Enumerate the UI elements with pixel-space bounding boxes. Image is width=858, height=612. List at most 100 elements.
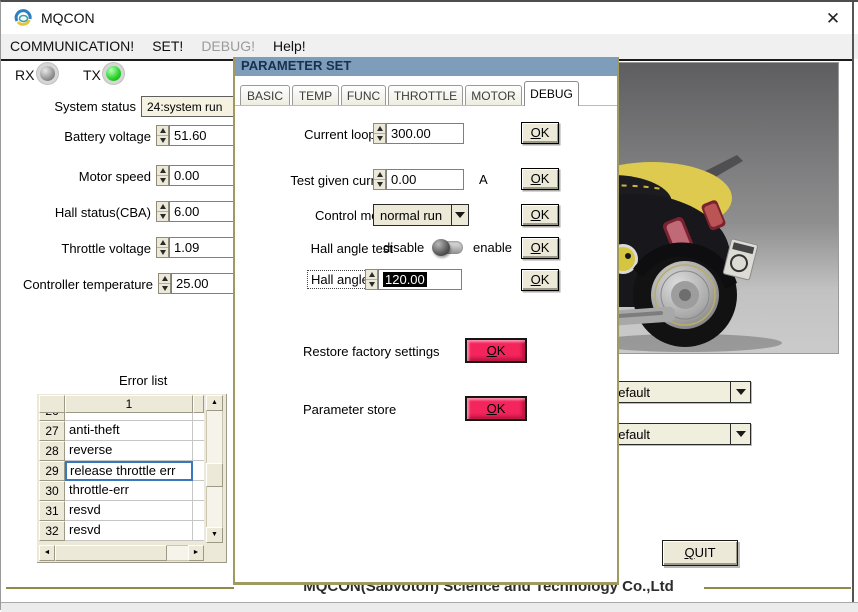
tab-temp[interactable]: TEMP: [292, 85, 339, 106]
restore-factory-label: Restore factory settings: [303, 344, 440, 359]
spin-up-icon[interactable]: [159, 204, 166, 209]
spin-up-icon[interactable]: [159, 240, 166, 245]
motor-speed-stepper[interactable]: [156, 165, 169, 186]
tab-motor[interactable]: MOTOR: [465, 85, 522, 106]
table-corner-cell[interactable]: [39, 395, 65, 413]
preset-dropdown-bottom[interactable]: default: [605, 423, 751, 445]
spin-down-icon[interactable]: [159, 250, 166, 255]
parameter-store-label: Parameter store: [303, 402, 397, 417]
parameter-set-dialog: PARAMETER SET BASIC TEMP FUNC THROTTLE M…: [233, 57, 619, 585]
row-text[interactable]: release throttle err: [65, 461, 193, 481]
row-text[interactable]: throttle-err: [65, 481, 193, 501]
table-row[interactable]: 31 resvd: [39, 501, 204, 521]
table-row-selected[interactable]: 29 release throttle err: [39, 461, 204, 481]
test-given-current-stepper[interactable]: [373, 169, 386, 190]
table-row[interactable]: 30 throttle-err: [39, 481, 204, 501]
hall-angle-field[interactable]: 120.00: [378, 269, 462, 290]
table-column-header[interactable]: 1: [65, 395, 193, 413]
scroll-right-icon[interactable]: ►: [188, 545, 204, 561]
spin-down-icon[interactable]: [159, 214, 166, 219]
ok-button-label: OK: [486, 401, 506, 416]
spin-down-icon[interactable]: [161, 286, 168, 291]
row-number[interactable]: 32: [39, 521, 65, 541]
hall-angle-ok-button[interactable]: OK: [521, 269, 559, 291]
horizontal-scrollbar-thumb[interactable]: [55, 545, 167, 561]
throttle-voltage-stepper[interactable]: [156, 237, 169, 258]
row-text[interactable]: anti-theft: [65, 421, 193, 441]
spin-up-icon[interactable]: [161, 276, 168, 281]
tab-throttle[interactable]: THROTTLE: [388, 85, 463, 106]
spin-up-icon[interactable]: [376, 172, 383, 177]
scroll-left-icon[interactable]: ◄: [39, 545, 55, 561]
row-number[interactable]: 29: [39, 461, 65, 481]
table-row[interactable]: 28 reverse: [39, 441, 204, 461]
preset-dropdown-top[interactable]: default: [605, 381, 751, 403]
tab-basic[interactable]: BASIC: [240, 85, 290, 106]
spin-up-icon[interactable]: [159, 128, 166, 133]
table-row[interactable]: 26: [39, 413, 204, 421]
hall-angle-stepper[interactable]: [365, 269, 378, 290]
close-icon[interactable]: ✕: [819, 7, 847, 31]
row-text[interactable]: [65, 413, 193, 421]
vertical-scrollbar-thumb[interactable]: [206, 463, 223, 487]
footer-rule-right: [704, 587, 851, 589]
ok-button-label: OK: [530, 240, 550, 255]
menu-bar: COMMUNICATION! SET! DEBUG! Help!: [1, 34, 858, 59]
dropdown-value: normal run: [380, 208, 443, 223]
selected-value: 120.00: [383, 272, 427, 287]
current-loop-kp-stepper[interactable]: [373, 123, 386, 144]
table-body: 26 27 anti-theft 28 reverse 29 release t…: [39, 413, 204, 541]
row-number[interactable]: 31: [39, 501, 65, 521]
spin-down-icon[interactable]: [159, 178, 166, 183]
tab-debug[interactable]: DEBUG: [524, 81, 579, 106]
control-mode-ok-button[interactable]: OK: [521, 204, 559, 226]
current-loop-kp-field[interactable]: 300.00: [386, 123, 464, 144]
spin-down-icon[interactable]: [159, 138, 166, 143]
dropdown-value: default: [611, 427, 651, 442]
row-number[interactable]: 30: [39, 481, 65, 501]
menu-set[interactable]: SET!: [143, 34, 192, 59]
parameter-store-ok-button[interactable]: OK: [465, 396, 527, 421]
row-text[interactable]: resvd: [65, 501, 193, 521]
menu-help[interactable]: Help!: [264, 34, 315, 59]
toggle-knob[interactable]: [432, 239, 450, 256]
control-mode-dropdown[interactable]: normal run: [373, 204, 469, 226]
test-given-current-field[interactable]: 0.00: [386, 169, 464, 190]
test-given-current-ok-button[interactable]: OK: [521, 168, 559, 190]
hall-status-stepper[interactable]: [156, 201, 169, 222]
row-number[interactable]: 28: [39, 441, 65, 461]
current-loop-kp-ok-button[interactable]: OK: [521, 122, 559, 144]
restore-factory-ok-button[interactable]: OK: [465, 338, 527, 363]
tab-func[interactable]: FUNC: [341, 85, 386, 106]
dialog-title[interactable]: PARAMETER SET: [235, 57, 617, 76]
spin-up-icon[interactable]: [376, 126, 383, 131]
ok-button-label: OK: [530, 125, 550, 140]
row-text[interactable]: reverse: [65, 441, 193, 461]
chevron-down-icon[interactable]: [730, 382, 750, 402]
spin-up-icon[interactable]: [159, 168, 166, 173]
table-row[interactable]: 32 resvd: [39, 521, 204, 541]
spin-down-icon[interactable]: [376, 136, 383, 141]
spin-down-icon[interactable]: [376, 182, 383, 187]
battery-voltage-stepper[interactable]: [156, 125, 169, 146]
scroll-up-icon[interactable]: ▲: [206, 395, 223, 411]
spin-down-icon[interactable]: [368, 282, 375, 287]
scroll-down-icon[interactable]: ▼: [206, 527, 223, 543]
table-row[interactable]: 27 anti-theft: [39, 421, 204, 441]
hall-angle-test-ok-button[interactable]: OK: [521, 237, 559, 259]
chevron-down-icon[interactable]: [730, 424, 750, 444]
spin-up-icon[interactable]: [368, 272, 375, 277]
row-number[interactable]: 27: [39, 421, 65, 441]
ok-button-label: OK: [486, 343, 506, 358]
row-filler: [193, 413, 204, 421]
hall-angle-test-toggle[interactable]: [432, 239, 463, 256]
row-text[interactable]: resvd: [65, 521, 193, 541]
window-right-border: [852, 2, 854, 602]
title-bar: MQCON ✕: [1, 2, 858, 34]
system-status-field[interactable]: 24:system run: [141, 96, 241, 117]
controller-temperature-stepper[interactable]: [158, 273, 171, 294]
menu-communication[interactable]: COMMUNICATION!: [1, 34, 143, 59]
quit-button[interactable]: QUIT: [662, 540, 738, 566]
row-number[interactable]: 26: [39, 413, 65, 421]
chevron-down-icon[interactable]: [451, 205, 468, 225]
